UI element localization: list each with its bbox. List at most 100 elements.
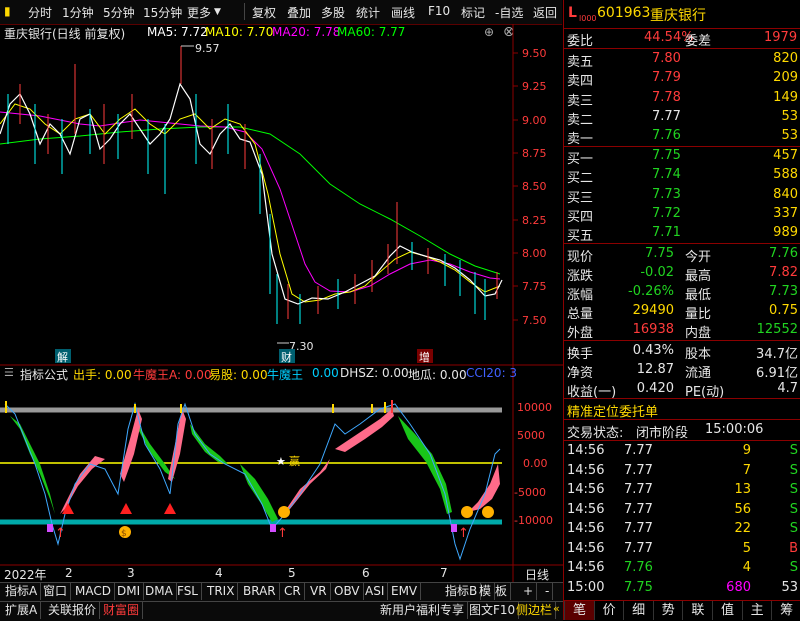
bids-row[interactable]: 买五 7.71 989 bbox=[564, 224, 800, 244]
indicator-tab-obv[interactable]: OBV bbox=[331, 583, 364, 600]
wealth-circle-tab[interactable]: 财富圈 bbox=[100, 602, 144, 619]
tick-volume: 13 bbox=[734, 482, 751, 497]
bids-price: 7.72 bbox=[652, 205, 681, 221]
kline-chart[interactable]: 9.509.259.008.758.508.258.007.757.50 9.5… bbox=[0, 24, 563, 582]
indicator-tab-fsl[interactable]: FSL bbox=[174, 583, 202, 600]
asks-row[interactable]: 卖四 7.79 209 bbox=[564, 69, 800, 90]
stat-label: 涨幅 bbox=[567, 288, 594, 303]
precision-order-title[interactable]: 精准定位委托单 bbox=[567, 401, 658, 420]
panel-nav-tab[interactable]: 势 bbox=[652, 601, 683, 620]
tick-volume: 5 bbox=[742, 540, 751, 556]
bids-row[interactable]: 买四 7.72 337 bbox=[564, 205, 800, 225]
f10-button[interactable]: F10 bbox=[428, 4, 450, 18]
stat-row: 涨跌 -0.02 最高 7.82 bbox=[564, 264, 800, 284]
extend-a-tab[interactable]: 扩展A bbox=[2, 602, 42, 619]
bids-row[interactable]: 买三 7.73 840 bbox=[564, 186, 800, 206]
tick-price: 7.77 bbox=[624, 540, 653, 556]
asks-row[interactable]: 卖一 7.76 53 bbox=[564, 127, 800, 147]
sidebar-toggle[interactable]: 侧边栏 bbox=[513, 602, 557, 619]
indicator-tab-extra[interactable]: + bbox=[520, 583, 538, 600]
asks-volume: 53 bbox=[781, 108, 798, 124]
indicator-menu-icon[interactable]: ☰ bbox=[4, 366, 14, 379]
draw-line-button[interactable]: 画线 bbox=[391, 4, 415, 21]
stat-value: 12552 bbox=[756, 322, 798, 337]
price-tick-label: 9.25 bbox=[522, 80, 547, 93]
indicator-ribbon-down bbox=[190, 424, 228, 464]
indicator-tab-trix[interactable]: TRIX bbox=[204, 583, 239, 600]
bids-volume: 337 bbox=[773, 205, 798, 221]
f10-graphic-link[interactable]: 图文F10 bbox=[466, 602, 520, 619]
date-label: 2 bbox=[65, 566, 73, 580]
tick-flag: S bbox=[789, 443, 798, 458]
indicator-tab-dmi[interactable]: DMI bbox=[114, 583, 145, 600]
indicator-tick-label: 5000 bbox=[517, 429, 545, 442]
indicator-tab-extra[interactable]: - bbox=[542, 583, 554, 600]
panel-nav-tab[interactable]: 价 bbox=[593, 601, 624, 620]
indicator-tab-dma[interactable]: DMA bbox=[142, 583, 177, 600]
mark-button[interactable]: 标记 bbox=[461, 4, 485, 21]
indicator-tab-brar[interactable]: BRAR bbox=[240, 583, 280, 600]
asks-row[interactable]: 卖五 7.80 820 bbox=[564, 50, 800, 70]
indicator-tab-指标a[interactable]: 指标A bbox=[2, 583, 42, 600]
panel-nav-tab[interactable]: 细 bbox=[623, 601, 653, 620]
indicator-tab-cr[interactable]: CR bbox=[281, 583, 305, 600]
tab-15min[interactable]: 15分钟 bbox=[143, 4, 182, 21]
stat-label: 外盘 bbox=[567, 326, 594, 341]
level-suffix: l000 bbox=[579, 14, 597, 23]
panel-nav-tab[interactable]: 联 bbox=[682, 601, 712, 620]
indicator-tab-窗口[interactable]: 窗口 bbox=[40, 583, 72, 600]
date-label: 7 bbox=[440, 566, 448, 580]
back-button[interactable]: 返回 bbox=[533, 4, 557, 21]
tab-5min[interactable]: 5分钟 bbox=[103, 4, 135, 21]
smile-icon bbox=[278, 506, 290, 518]
stat-value: -0.02 bbox=[640, 265, 674, 280]
sidebar-chevron-icon[interactable]: « bbox=[553, 602, 560, 615]
fundamental-value: 6.91亿 bbox=[756, 366, 798, 381]
restore-rights-button[interactable]: 复权 bbox=[252, 4, 276, 21]
asks-label: 卖五 bbox=[567, 55, 594, 70]
tick-volume: 9 bbox=[742, 443, 751, 458]
fundamental-row: 净资 12.87 流通 6.91亿 bbox=[564, 361, 800, 381]
statistics-button[interactable]: 统计 bbox=[356, 4, 380, 21]
panel-nav-tab[interactable]: 值 bbox=[712, 601, 742, 620]
indicator-name[interactable]: 指标公式 bbox=[20, 366, 68, 383]
toolbar-arrow-icon[interactable]: ▮ bbox=[4, 4, 11, 18]
tick-time: 14:56 bbox=[567, 482, 605, 497]
more-dropdown-icon[interactable]: ▼ bbox=[214, 7, 221, 17]
asks-row[interactable]: 卖三 7.78 149 bbox=[564, 89, 800, 109]
fundamental-value: 0.420 bbox=[636, 381, 674, 396]
smile-icon bbox=[461, 506, 473, 518]
period-label[interactable]: 日线 bbox=[525, 566, 549, 583]
bids-price: 7.71 bbox=[652, 225, 681, 241]
indicator-cci: CCI20: 3 bbox=[466, 366, 518, 380]
tab-intraday[interactable]: 分时 bbox=[28, 4, 52, 21]
zhuan-label: 赢 bbox=[289, 454, 300, 468]
stock-name: 重庆银行 bbox=[650, 8, 706, 24]
overlay-button[interactable]: 叠加 bbox=[287, 4, 311, 21]
ma20-line bbox=[0, 111, 501, 293]
asks-label: 卖四 bbox=[567, 74, 594, 90]
tab-1min[interactable]: 1分钟 bbox=[62, 4, 94, 21]
related-quote-tab[interactable]: 关联报价 bbox=[45, 602, 101, 619]
indicator-tab-emv[interactable]: EMV bbox=[388, 583, 422, 600]
tab-more[interactable]: 更多 bbox=[187, 4, 211, 21]
indicator-tab-macd[interactable]: MACD bbox=[72, 583, 115, 600]
panel-nav-tab[interactable]: 筹 bbox=[771, 601, 800, 620]
indicator-tab-vr[interactable]: VR bbox=[307, 583, 331, 600]
stat-label: 今开 bbox=[685, 250, 712, 265]
indicator-tab-extra[interactable]: 板 bbox=[492, 583, 512, 600]
multi-stock-button[interactable]: 多股 bbox=[321, 4, 345, 21]
asks-row[interactable]: 卖二 7.77 53 bbox=[564, 108, 800, 128]
panel-nav-tab[interactable]: 笔 bbox=[564, 601, 594, 620]
self-select-button[interactable]: -自选 bbox=[495, 4, 523, 21]
date-label: 6 bbox=[362, 566, 370, 580]
new-user-benefit-link[interactable]: 新用户福利专享 bbox=[377, 602, 469, 619]
indicator-tab-asi[interactable]: ASI bbox=[362, 583, 389, 600]
panel-nav-tab[interactable]: 主 bbox=[741, 601, 772, 620]
trade-status-label: 交易状态: bbox=[567, 426, 624, 441]
bids-row[interactable]: 买二 7.74 588 bbox=[564, 166, 800, 186]
fundamental-value: 34.7亿 bbox=[756, 347, 798, 362]
level-prefix: L bbox=[568, 5, 577, 21]
bids-row[interactable]: 买一 7.75 457 bbox=[564, 147, 800, 167]
stat-row: 涨幅 -0.26% 最低 7.73 bbox=[564, 283, 800, 303]
